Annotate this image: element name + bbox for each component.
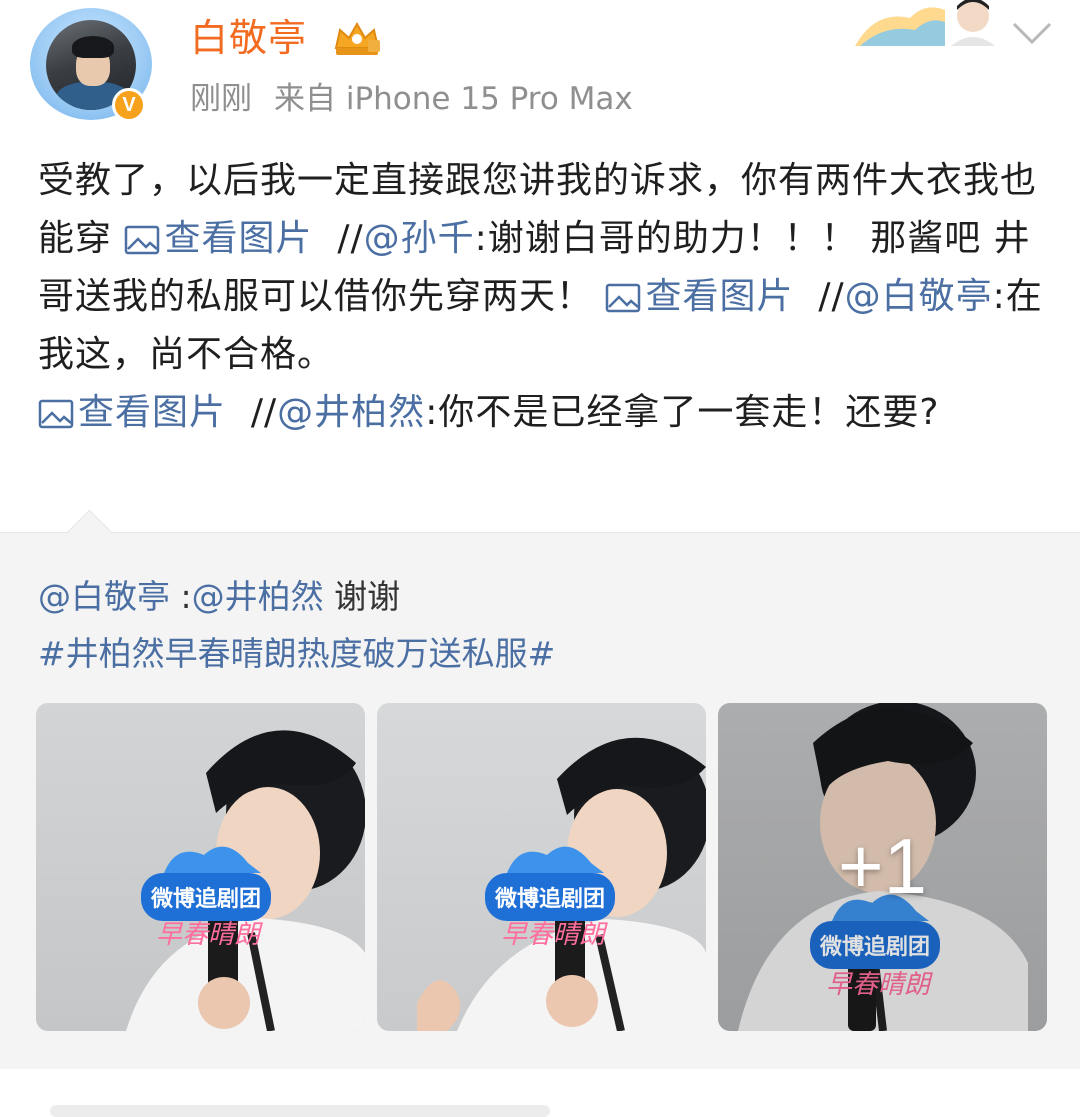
- view-image-label: 查看图片: [78, 392, 227, 433]
- post-meta: 刚刚 来自 iPhone 15 Pro Max: [190, 76, 633, 122]
- image-caption: 微博追剧团: [494, 886, 605, 912]
- post-text-segment: //: [226, 392, 278, 433]
- repost-mention-link[interactable]: @井柏然: [192, 577, 324, 616]
- bottom-placeholder: [50, 1105, 550, 1117]
- image-icon: [606, 283, 641, 313]
- view-image-link[interactable]: 查看图片: [605, 276, 793, 317]
- mention-link[interactable]: @井柏然: [277, 392, 425, 433]
- mention-link[interactable]: @白敬亭: [845, 276, 993, 317]
- photo-illustration: 微博追剧团 早春晴朗: [126, 730, 365, 1031]
- crown-badge-icon[interactable]: [330, 18, 384, 58]
- image-caption: 微博追剧团: [150, 886, 261, 912]
- hashtag-link[interactable]: #井柏然早春晴朗热度破万送私服#: [38, 630, 555, 678]
- photo-illustration: 微博追剧团 早春晴朗: [417, 737, 706, 1031]
- view-image-link[interactable]: 查看图片: [124, 218, 312, 259]
- more-images-count[interactable]: +1: [718, 821, 1047, 911]
- bottom-strip: [0, 1069, 1080, 1117]
- avatar[interactable]: V: [30, 8, 152, 122]
- image-subcaption: 早春晴朗: [156, 920, 263, 950]
- repost-image-2[interactable]: 微博追剧团 早春晴朗: [377, 703, 706, 1031]
- post-text-segment: //: [793, 276, 845, 317]
- repost-notch: [67, 509, 112, 554]
- post-text-segment: :你不是已经拿了一套走！还要?: [425, 392, 940, 433]
- repost-image-1[interactable]: 微博追剧团 早春晴朗: [36, 703, 365, 1031]
- chevron-down-icon[interactable]: [1010, 18, 1054, 48]
- repost-colon: :: [170, 577, 192, 616]
- image-icon: [125, 225, 160, 255]
- post-source: 来自 iPhone 15 Pro Max: [274, 81, 633, 117]
- repost-author-link[interactable]: @白敬亭: [38, 577, 170, 616]
- post-time: 刚刚: [190, 81, 252, 117]
- view-image-link[interactable]: 查看图片: [38, 392, 226, 433]
- post-text-segment: //: [312, 218, 364, 259]
- post-header: V 白敬亭 刚刚 来自 iPhone 15 Pro Max: [0, 0, 1080, 130]
- repost-image-3[interactable]: 微博追剧团 早春晴朗 +1: [718, 703, 1047, 1031]
- image-icon: [38, 399, 74, 429]
- username[interactable]: 白敬亭: [190, 10, 307, 66]
- decoration-card-icon: [855, 0, 995, 46]
- repost-text: @白敬亭 :@井柏然 谢谢: [38, 573, 400, 621]
- image-subcaption: 早春晴朗: [501, 920, 608, 950]
- repost-card[interactable]: @白敬亭 :@井柏然 谢谢 #井柏然早春晴朗热度破万送私服# 微博追剧团 早春晴…: [0, 509, 1080, 1070]
- verified-v-icon: V: [112, 88, 146, 122]
- view-image-label: 查看图片: [645, 276, 794, 317]
- mention-link[interactable]: @孙千: [364, 218, 475, 259]
- repost-body: 谢谢: [323, 577, 401, 616]
- post-text: 受教了，以后我一定直接跟您讲我的诉求，你有两件大衣我也能穿 查看图片 //@孙千…: [38, 152, 1048, 442]
- view-image-label: 查看图片: [164, 218, 313, 259]
